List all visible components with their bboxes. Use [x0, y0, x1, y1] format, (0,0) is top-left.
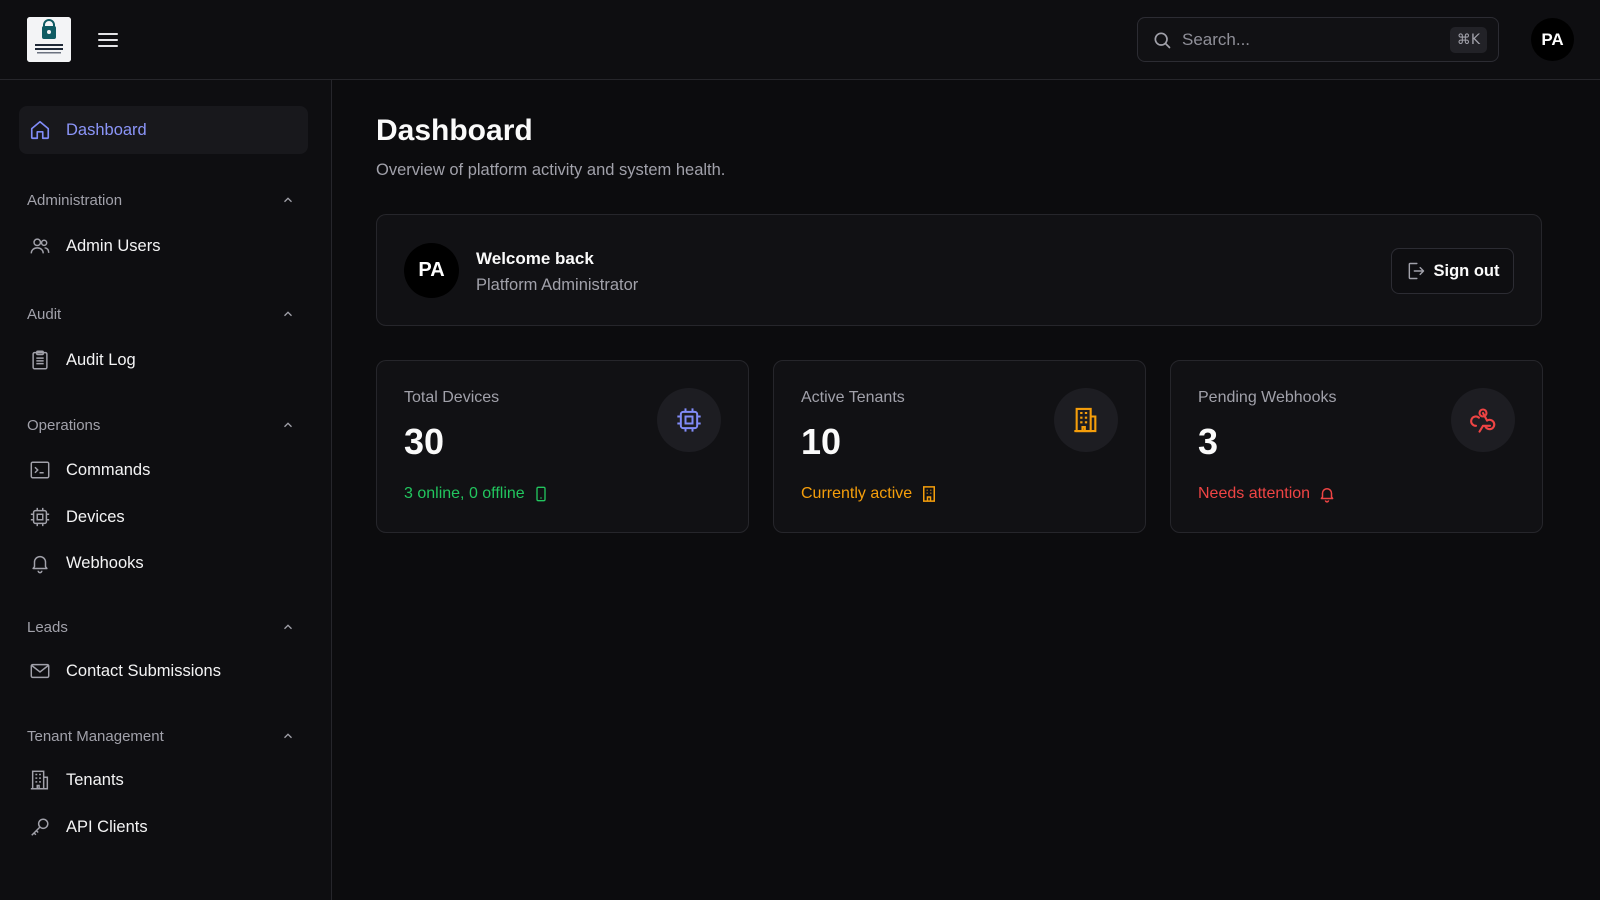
- sidebar-item-audit-log[interactable]: Audit Log: [19, 336, 308, 384]
- sidebar-item-label: Tenants: [66, 770, 124, 789]
- sidebar-item-label: Commands: [66, 460, 151, 479]
- stat-icon-badge: [1451, 388, 1515, 452]
- chevron-up-icon: [284, 733, 292, 739]
- chevron-up-icon: [284, 311, 292, 317]
- sidebar-item-label: API Clients: [66, 817, 148, 836]
- avatar: PA: [404, 243, 459, 298]
- search-icon: [1154, 32, 1171, 48]
- stat-card-active-tenants: Active Tenants 10 Currently active: [773, 360, 1146, 533]
- sidebar-item-tenants[interactable]: Tenants: [19, 756, 308, 804]
- stat-value: 3: [1198, 421, 1219, 462]
- building-icon: [28, 768, 52, 792]
- section-title: Audit: [27, 305, 62, 323]
- stat-label: Pending Webhooks: [1198, 389, 1337, 406]
- user-avatar[interactable]: PA: [1531, 18, 1574, 61]
- mail-icon: [28, 659, 52, 683]
- building-icon: [923, 486, 936, 502]
- cpu-icon: [28, 505, 52, 529]
- building-icon: [1074, 407, 1097, 433]
- section-administration[interactable]: Administration: [27, 188, 295, 212]
- sign-out-button[interactable]: Sign out: [1391, 248, 1514, 294]
- welcome-title: Welcome back: [476, 249, 594, 268]
- stat-note-text: Currently active: [801, 485, 913, 502]
- section-operations[interactable]: Operations: [27, 413, 295, 437]
- stat-card-total-devices: Total Devices 30 3 online, 0 offline: [376, 360, 749, 533]
- page-title: Dashboard: [376, 114, 533, 147]
- sidebar: Dashboard Administration Admin Users Aud…: [0, 80, 332, 900]
- sidebar-item-webhooks[interactable]: Webhooks: [19, 539, 308, 587]
- section-title: Leads: [27, 618, 68, 636]
- stat-value: 10: [801, 421, 842, 462]
- chevron-up-icon: [284, 624, 292, 630]
- section-title: Operations: [27, 416, 101, 434]
- sidebar-item-api-clients[interactable]: API Clients: [19, 803, 308, 851]
- top-bar: ⌘K PA: [0, 0, 1600, 80]
- stat-icon-badge: [657, 388, 721, 452]
- terminal-icon: [28, 458, 52, 482]
- stat-icon-badge: [1054, 388, 1118, 452]
- home-icon: [28, 118, 52, 142]
- section-title: Administration: [27, 191, 123, 209]
- chevron-up-icon: [284, 197, 292, 203]
- welcome-card: PA Welcome back Platform Administrator S…: [376, 214, 1542, 326]
- bell-icon: [28, 551, 52, 575]
- stat-note-text: Needs attention: [1198, 485, 1311, 502]
- search-box: ⌘K: [1137, 17, 1499, 62]
- search-input[interactable]: [1182, 29, 1432, 50]
- chevron-up-icon: [284, 422, 292, 428]
- section-title: Tenant Management: [27, 727, 164, 745]
- smartphone-icon: [536, 486, 546, 502]
- stat-note: Currently active: [801, 485, 938, 503]
- sidebar-item-commands[interactable]: Commands: [19, 446, 308, 494]
- clipboard-icon: [28, 348, 52, 372]
- hamburger-menu-button[interactable]: [96, 28, 120, 52]
- sidebar-item-label: Devices: [66, 507, 125, 526]
- bell-icon: [1320, 488, 1334, 503]
- sidebar-item-dashboard[interactable]: Dashboard: [19, 106, 308, 154]
- welcome-role: Platform Administrator: [476, 276, 639, 294]
- sidebar-item-label: Dashboard: [66, 120, 147, 139]
- stat-label: Active Tenants: [801, 389, 905, 406]
- key-icon: [28, 815, 52, 839]
- sidebar-item-label: Webhooks: [66, 553, 144, 572]
- menu-icon: [98, 33, 118, 47]
- brand-logo[interactable]: [27, 17, 71, 62]
- page-subtitle: Overview of platform activity and system…: [376, 161, 726, 179]
- keyboard-shortcut-badge: ⌘K: [1449, 27, 1487, 53]
- sign-out-label: Sign out: [1433, 261, 1500, 280]
- sidebar-item-admin-users[interactable]: Admin Users: [19, 222, 308, 270]
- sidebar-item-label: Admin Users: [66, 236, 161, 255]
- cpu-icon: [677, 408, 701, 432]
- sidebar-item-label: Contact Submissions: [66, 661, 221, 680]
- section-tenant-management[interactable]: Tenant Management: [27, 724, 295, 748]
- stat-value: 30: [404, 421, 445, 462]
- log-out-icon: [1408, 262, 1424, 280]
- users-icon: [28, 234, 52, 258]
- stat-note: 3 online, 0 offline: [404, 485, 549, 503]
- sidebar-item-devices[interactable]: Devices: [19, 493, 308, 541]
- section-audit[interactable]: Audit: [27, 302, 295, 326]
- sidebar-item-contact-submissions[interactable]: Contact Submissions: [19, 647, 308, 695]
- stat-card-pending-webhooks: Pending Webhooks 3 Needs attention: [1170, 360, 1543, 533]
- stat-note: Needs attention: [1198, 485, 1336, 503]
- section-leads[interactable]: Leads: [27, 615, 295, 639]
- sidebar-item-label: Audit Log: [66, 350, 136, 369]
- webhook-icon: [1470, 408, 1496, 433]
- stat-label: Total Devices: [404, 389, 500, 406]
- stat-note-text: 3 online, 0 offline: [404, 485, 525, 502]
